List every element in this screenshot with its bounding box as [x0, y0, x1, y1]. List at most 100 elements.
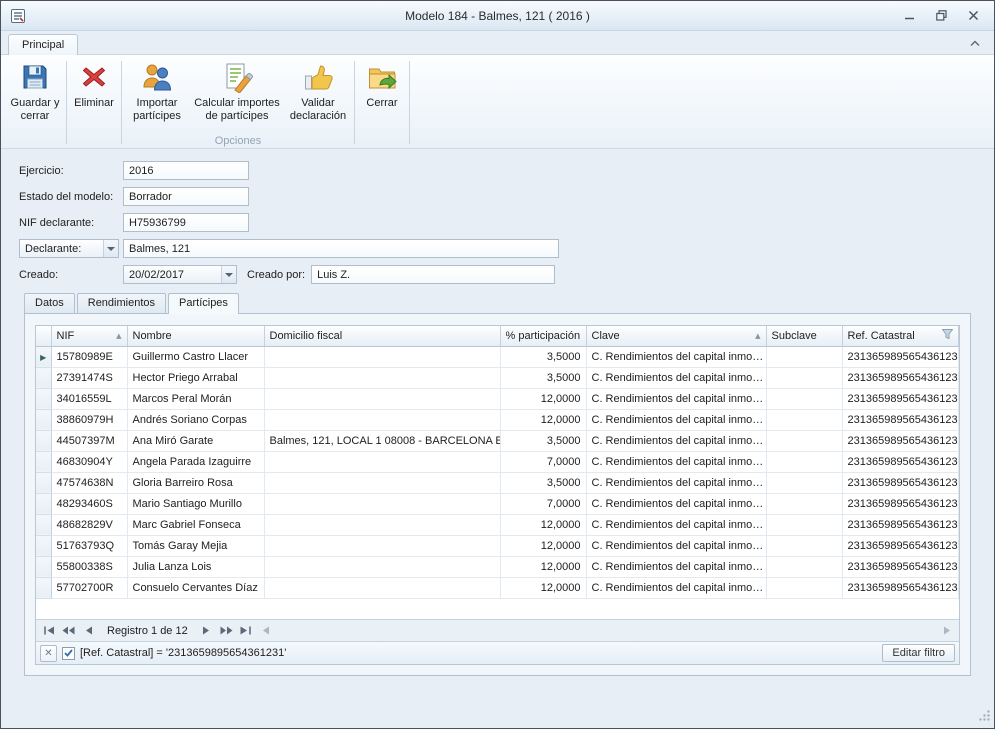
declarante-selector[interactable]: Declarante: — [19, 239, 119, 258]
grid-cell[interactable]: Andrés Soriano Corpas — [127, 409, 264, 430]
grid-cell[interactable]: Julia Lanza Lois — [127, 556, 264, 577]
grid-cell[interactable]: 48293460S — [51, 493, 127, 514]
grid-cell[interactable]: 47574638N — [51, 472, 127, 493]
grid-cell[interactable] — [766, 535, 842, 556]
grid-cell[interactable]: Marc Gabriel Fonseca — [127, 514, 264, 535]
grid-cell[interactable] — [264, 472, 500, 493]
grid-cell[interactable]: 3,5000 — [500, 430, 586, 451]
grid-cell[interactable]: 2313659895654361231 — [842, 367, 959, 388]
next-record-button[interactable] — [197, 622, 216, 639]
grid-cell[interactable]: 2313659895654361231 — [842, 535, 959, 556]
table-row[interactable]: 27391474SHector Priego Arrabal3,5000C. R… — [36, 367, 959, 388]
nif-declarante-field[interactable]: H75936799 — [123, 213, 249, 232]
grid-cell[interactable]: 44507397M — [51, 430, 127, 451]
grid-cell[interactable]: C. Rendimientos del capital inmo… — [586, 514, 766, 535]
table-row[interactable]: 48293460SMario Santiago Murillo7,0000C. … — [36, 493, 959, 514]
first-record-button[interactable] — [39, 622, 58, 639]
grid-cell[interactable]: Gloria Barreiro Rosa — [127, 472, 264, 493]
tab-rendimientos[interactable]: Rendimientos — [77, 293, 166, 313]
creado-por-field[interactable]: Luis Z. — [311, 265, 555, 284]
grid-cell[interactable] — [766, 493, 842, 514]
edit-filter-button[interactable]: Editar filtro — [882, 644, 955, 662]
grid-cell[interactable]: 57702700R — [51, 577, 127, 598]
column-header-nif[interactable]: NIF▲ — [51, 326, 127, 346]
grid-cell[interactable]: 12,0000 — [500, 577, 586, 598]
grid-cell[interactable]: 2313659895654361231 — [842, 514, 959, 535]
grid-cell[interactable] — [766, 367, 842, 388]
grid-cell[interactable]: C. Rendimientos del capital inmo… — [586, 346, 766, 367]
delete-button[interactable]: Eliminar — [69, 57, 119, 133]
declarante-field[interactable]: Balmes, 121 — [123, 239, 559, 258]
maximize-button[interactable] — [928, 7, 954, 25]
scroll-left-button[interactable] — [257, 622, 276, 639]
collapse-ribbon-icon[interactable] — [966, 36, 984, 50]
table-row[interactable]: ▶15780989EGuillermo Castro Llacer3,5000C… — [36, 346, 959, 367]
table-row[interactable]: 44507397MAna Miró GarateBalmes, 121, LOC… — [36, 430, 959, 451]
table-row[interactable]: 57702700RConsuelo Cervantes Díaz12,0000C… — [36, 577, 959, 598]
grid-cell[interactable]: 7,0000 — [500, 493, 586, 514]
grid-cell[interactable]: C. Rendimientos del capital inmo… — [586, 430, 766, 451]
title-bar[interactable]: Modelo 184 - Balmes, 121 ( 2016 ) — [1, 1, 994, 31]
grid-cell[interactable]: Hector Priego Arrabal — [127, 367, 264, 388]
grid-cell[interactable]: 12,0000 — [500, 535, 586, 556]
grid-cell[interactable]: 2313659895654361231 — [842, 472, 959, 493]
declarante-dropdown-icon[interactable] — [103, 240, 118, 257]
table-row[interactable]: 34016559LMarcos Peral Morán12,0000C. Ren… — [36, 388, 959, 409]
grid-cell[interactable]: Consuelo Cervantes Díaz — [127, 577, 264, 598]
creado-date-picker[interactable]: 20/02/2017 — [123, 265, 237, 284]
grid-cell[interactable]: 38860979H — [51, 409, 127, 430]
grid-cell[interactable] — [264, 493, 500, 514]
grid-cell[interactable] — [264, 556, 500, 577]
grid-cell[interactable]: C. Rendimientos del capital inmo… — [586, 493, 766, 514]
grid-cell[interactable]: C. Rendimientos del capital inmo… — [586, 556, 766, 577]
validate-declaration-button[interactable]: Validar declaración — [284, 57, 352, 133]
estado-field[interactable]: Borrador — [123, 187, 249, 206]
table-row[interactable]: 47574638NGloria Barreiro Rosa3,5000C. Re… — [36, 472, 959, 493]
grid-cell[interactable]: 2313659895654361231 — [842, 346, 959, 367]
creado-dropdown-icon[interactable] — [221, 266, 236, 283]
calculate-amounts-button[interactable]: Calcular importes de partícipes — [190, 57, 284, 133]
grid-cell[interactable] — [766, 451, 842, 472]
grid-cell[interactable]: 2313659895654361231 — [842, 493, 959, 514]
close-button[interactable] — [960, 7, 986, 25]
previous-record-button[interactable] — [79, 622, 98, 639]
grid-cell[interactable] — [766, 388, 842, 409]
filter-enabled-checkbox[interactable] — [62, 647, 75, 660]
save-and-close-button[interactable]: Guardar y cerrar — [6, 57, 64, 133]
grid-cell[interactable]: C. Rendimientos del capital inmo… — [586, 451, 766, 472]
grid-cell[interactable]: C. Rendimientos del capital inmo… — [586, 367, 766, 388]
table-row[interactable]: 38860979HAndrés Soriano Corpas12,0000C. … — [36, 409, 959, 430]
grid-cell[interactable] — [264, 514, 500, 535]
grid-cell[interactable]: 3,5000 — [500, 367, 586, 388]
grid-cell[interactable] — [264, 451, 500, 472]
grid-cell[interactable] — [264, 409, 500, 430]
column-header-subclave[interactable]: Subclave — [766, 326, 842, 346]
grid-cell[interactable]: 2313659895654361231 — [842, 556, 959, 577]
ejercicio-field[interactable]: 2016 — [123, 161, 249, 180]
grid-cell[interactable]: Angela Parada Izaguirre — [127, 451, 264, 472]
table-row[interactable]: 51763793QTomás Garay Mejia12,0000C. Rend… — [36, 535, 959, 556]
tab-participes[interactable]: Partícipes — [168, 293, 239, 314]
grid-cell[interactable]: C. Rendimientos del capital inmo… — [586, 388, 766, 409]
column-header-nombre[interactable]: Nombre — [127, 326, 264, 346]
grid-cell[interactable]: 12,0000 — [500, 388, 586, 409]
grid-cell[interactable]: 2313659895654361231 — [842, 388, 959, 409]
grid-cell[interactable] — [766, 346, 842, 367]
import-participants-button[interactable]: Importar partícipes — [124, 57, 190, 133]
resize-grip[interactable] — [978, 709, 991, 725]
grid-cell[interactable]: 3,5000 — [500, 346, 586, 367]
grid-cell[interactable]: 48682829V — [51, 514, 127, 535]
grid-cell[interactable] — [264, 346, 500, 367]
grid-cell[interactable] — [264, 367, 500, 388]
grid-cell[interactable]: 2313659895654361231 — [842, 577, 959, 598]
grid-cell[interactable]: Tomás Garay Mejia — [127, 535, 264, 556]
next-page-button[interactable] — [217, 622, 236, 639]
grid-cell[interactable]: Guillermo Castro Llacer — [127, 346, 264, 367]
filter-funnel-icon[interactable] — [942, 329, 953, 342]
grid-cell[interactable]: C. Rendimientos del capital inmo… — [586, 535, 766, 556]
minimize-button[interactable] — [896, 7, 922, 25]
grid-cell[interactable]: 46830904Y — [51, 451, 127, 472]
grid-cell[interactable]: 12,0000 — [500, 556, 586, 577]
table-row[interactable]: 46830904YAngela Parada Izaguirre7,0000C.… — [36, 451, 959, 472]
previous-page-button[interactable] — [59, 622, 78, 639]
